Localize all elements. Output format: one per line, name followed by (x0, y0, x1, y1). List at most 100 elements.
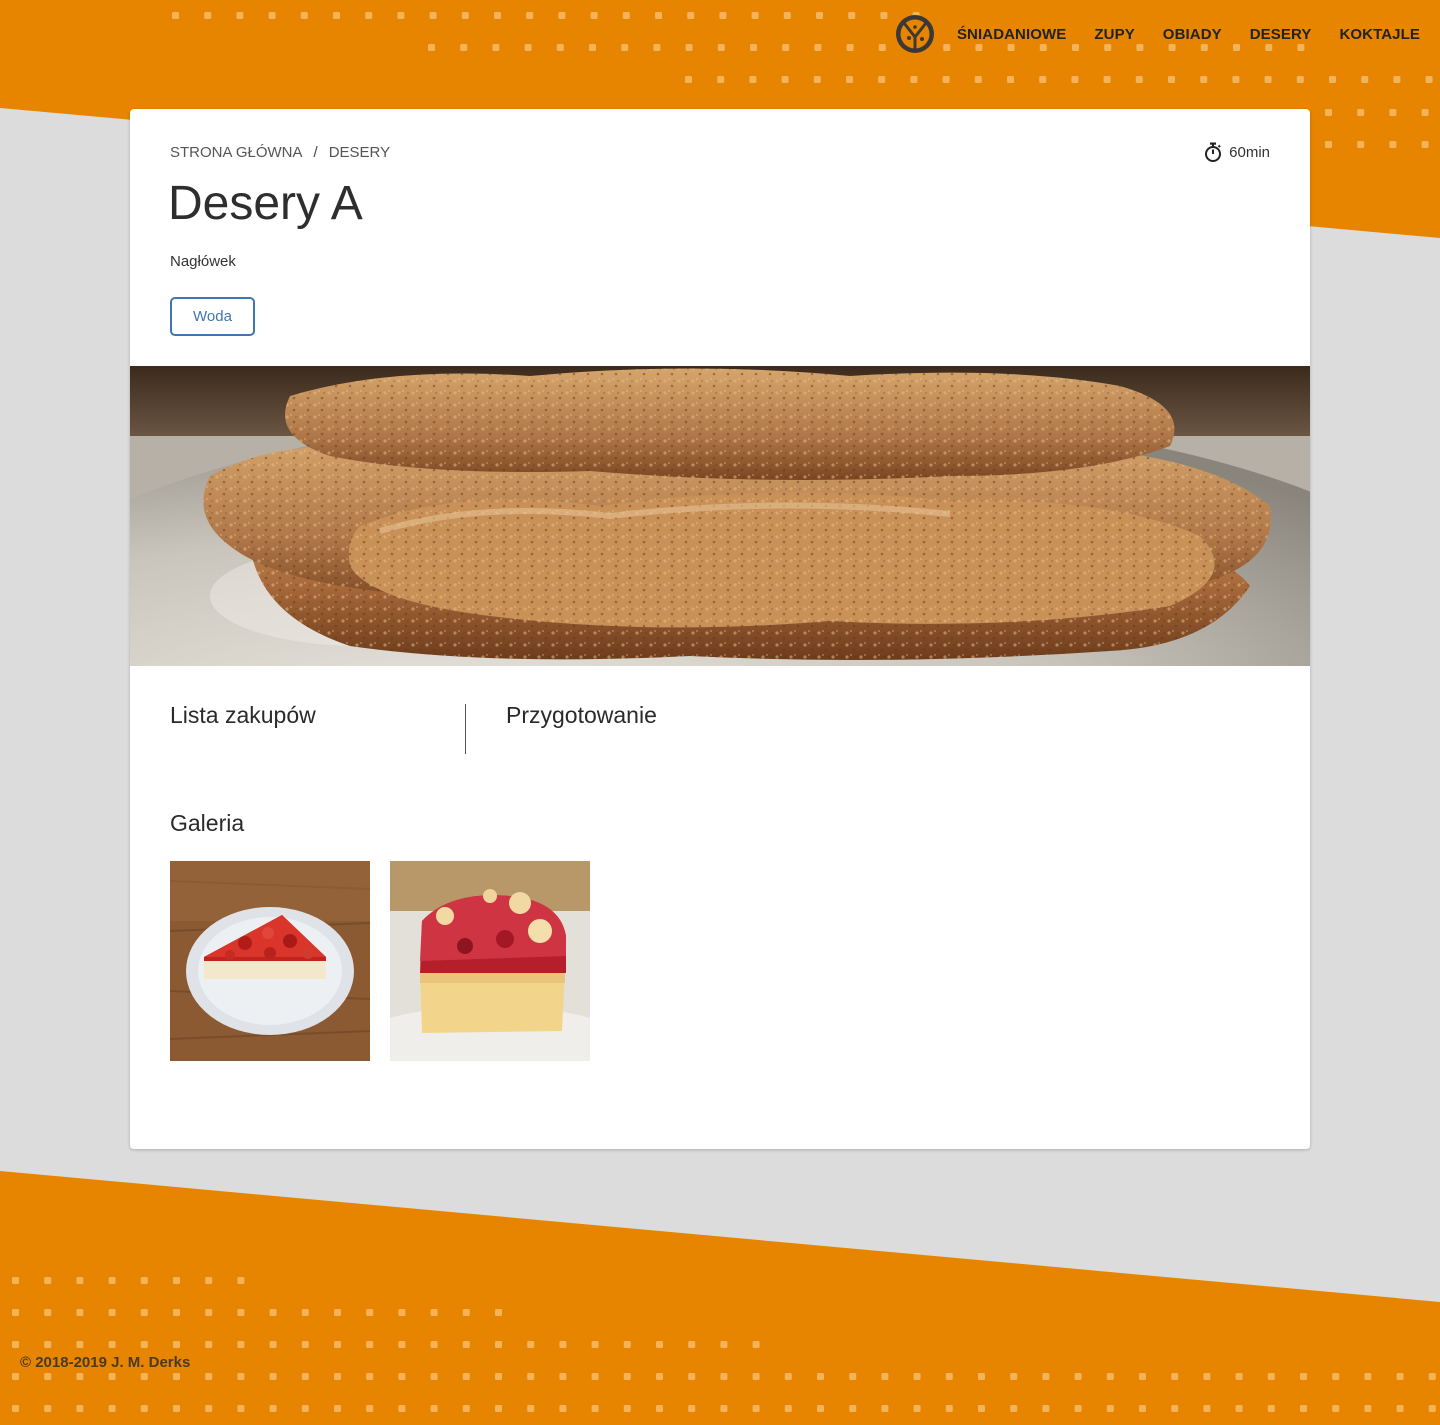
decorative-dot (656, 1405, 663, 1412)
decorative-dot (333, 12, 340, 19)
decorative-dot (269, 1341, 277, 1348)
decorative-dot (942, 76, 950, 83)
decorative-dot (1071, 76, 1079, 83)
decorative-dot (205, 1341, 213, 1348)
strawberry-tart-slice-photo[interactable] (170, 861, 370, 1061)
breadcrumb-current[interactable]: DESERY (329, 144, 390, 161)
decorative-dot (817, 1405, 824, 1412)
decorative-dot (1300, 1405, 1307, 1412)
decorative-dot (1357, 109, 1365, 116)
decorative-dot (910, 76, 918, 83)
decorative-dot (1235, 1373, 1243, 1380)
decorative-dot (140, 1405, 148, 1412)
decorative-dot (205, 1277, 213, 1284)
decorative-dot (685, 44, 693, 51)
nav-desserts[interactable]: DESERY (1250, 26, 1312, 43)
decorative-dot (44, 1405, 52, 1412)
decorative-dot (1332, 1373, 1340, 1380)
decorative-dot (1428, 1405, 1436, 1412)
decorative-dot (366, 1405, 374, 1412)
decorative-dot (558, 12, 566, 19)
decorative-dot (268, 12, 276, 19)
column-divider (465, 704, 466, 754)
decorative-dot (1364, 1373, 1372, 1380)
decorative-dot (76, 1277, 84, 1284)
decorative-dot (750, 44, 757, 51)
decorative-dot (76, 1405, 84, 1412)
decorative-dot (621, 44, 629, 51)
decorative-dot (913, 1373, 921, 1380)
decorative-dot (428, 44, 435, 51)
decorative-dot (752, 1373, 760, 1380)
fried-schnitzel-photo (130, 366, 1310, 666)
decorative-dot (688, 1373, 696, 1380)
decorative-dot (878, 44, 886, 51)
decorative-dot (1364, 1405, 1372, 1412)
decorative-dot (1232, 76, 1240, 83)
decorative-dot (172, 12, 179, 19)
decorative-dot (623, 1405, 631, 1412)
decorative-dot (556, 44, 564, 51)
decorative-dot (430, 1309, 438, 1316)
decorative-dot (12, 1373, 19, 1380)
decorative-dot (978, 1405, 985, 1412)
nav-soups[interactable]: ZUPY (1094, 26, 1134, 43)
nav-cocktails[interactable]: KOKTAJLE (1339, 26, 1420, 43)
decorative-dot (12, 1341, 19, 1348)
decorative-dot (1329, 76, 1336, 83)
decorative-dot (813, 76, 821, 83)
decorative-dot (1106, 1373, 1114, 1380)
decorative-dot (527, 1405, 535, 1412)
decorative-dot (205, 1309, 213, 1316)
decorative-dot (44, 1309, 52, 1316)
decorative-dot (1396, 1405, 1404, 1412)
footer-copyright: © 2018-2019 J. M. Derks (20, 1354, 191, 1371)
decorative-dot (494, 12, 501, 19)
nav-breakfast[interactable]: ŚNIADANIOWE (957, 26, 1066, 43)
decorative-dot (1389, 141, 1397, 148)
decorative-dot (430, 1373, 438, 1380)
prep-time-value: 60min (1229, 143, 1270, 161)
decorative-dot (1106, 1405, 1114, 1412)
decorative-dot (12, 1309, 19, 1316)
decorative-dot (269, 1309, 277, 1316)
stopwatch-icon (1205, 142, 1222, 162)
decorative-dot (720, 1405, 728, 1412)
decorative-dot (1267, 1405, 1275, 1412)
decorative-dot (462, 1373, 470, 1380)
decorative-dot (653, 44, 661, 51)
decorative-dot (846, 76, 853, 83)
decorative-dot (1074, 1373, 1082, 1380)
shopping-list-heading: Lista zakupów (170, 702, 316, 728)
pizza-logo-icon[interactable] (895, 14, 935, 54)
decorative-dot (237, 1277, 245, 1284)
tag-water-button[interactable]: Woda (170, 297, 255, 336)
decorative-dot (1103, 76, 1111, 83)
decorative-dot (1139, 1405, 1146, 1412)
decorative-dot (978, 1373, 985, 1380)
decorative-dot (1332, 1405, 1340, 1412)
decorative-dot (752, 1405, 760, 1412)
decorative-dot (559, 1405, 567, 1412)
decorative-dot (1428, 1373, 1436, 1380)
strawberry-crumble-cake-photo[interactable] (390, 861, 590, 1061)
decorative-dot (44, 1341, 52, 1348)
decorative-dot (140, 1373, 148, 1380)
decorative-dot (1200, 76, 1208, 83)
decorative-dot (524, 44, 532, 51)
decorative-dot (814, 44, 822, 51)
decorative-dot (237, 1405, 245, 1412)
decorative-dot (398, 1373, 406, 1380)
decorative-dot (76, 1309, 84, 1316)
decorative-dot (687, 12, 695, 19)
recipe-subheader: Nagłówek (170, 253, 236, 270)
decorative-dot (140, 1309, 148, 1316)
breadcrumb-home[interactable]: STRONA GŁÓWNA (170, 144, 303, 161)
decorative-dot (848, 12, 856, 19)
decorative-dot (784, 1373, 792, 1380)
decorative-dot (656, 1341, 663, 1348)
decorative-dot (462, 1405, 470, 1412)
decorative-dot (656, 1373, 663, 1380)
nav-dinners[interactable]: OBIADY (1163, 26, 1222, 43)
decorative-dot (1425, 76, 1433, 83)
